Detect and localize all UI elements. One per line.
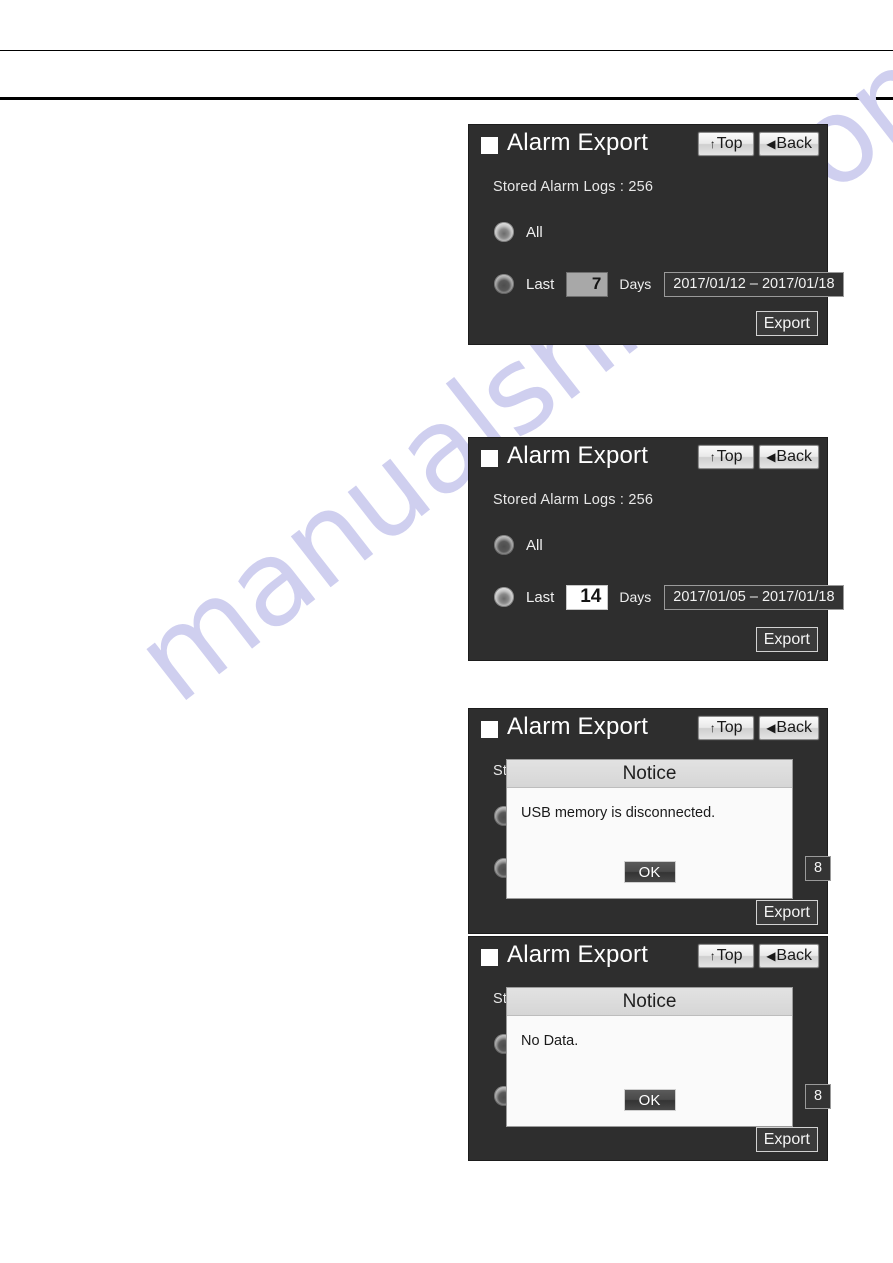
radio-last-label: Last xyxy=(526,275,555,293)
radio-last-label: Last xyxy=(526,588,555,606)
days-unit-label: Days xyxy=(619,276,652,292)
nav-buttons: ↑ Top ◀ Back xyxy=(698,944,819,968)
back-button[interactable]: ◀ Back xyxy=(759,944,819,968)
radio-option-last[interactable]: Last 14 Days 2017/01/05 – 2017/01/18 xyxy=(494,584,844,610)
page-title: Alarm Export xyxy=(507,129,649,156)
nav-buttons: ↑ Top ◀ Back xyxy=(698,132,819,156)
radio-last-icon[interactable] xyxy=(494,274,514,294)
arrow-left-icon: ◀ xyxy=(766,450,776,464)
stored-alarm-logs-label: Stored Alarm Logs : 256 xyxy=(493,179,654,195)
panel-body: St 8 Export Notice No Data. OK xyxy=(469,979,832,1160)
top-button[interactable]: ↑ Top xyxy=(698,445,755,469)
date-range-display: 2017/01/05 – 2017/01/18 xyxy=(664,584,844,610)
date-range-display-occluded: 8 xyxy=(805,855,832,881)
top-button-label: Top xyxy=(716,135,743,152)
titlebar: Alarm Export ↑ Top ◀ Back xyxy=(469,125,827,167)
top-button[interactable]: ↑ Top xyxy=(698,132,755,156)
alarm-export-screen-7days: Alarm Export ↑ Top ◀ Back Stored Alarm Log… xyxy=(468,124,844,345)
arrow-up-icon: ↑ xyxy=(709,450,716,464)
radio-all-icon[interactable] xyxy=(494,535,514,555)
back-button-label: Back xyxy=(776,947,812,964)
stored-alarm-logs-label-occluded: St xyxy=(493,763,508,779)
header-rule-thick xyxy=(0,97,893,100)
back-button[interactable]: ◀ Back xyxy=(759,716,819,740)
filled-square-icon xyxy=(481,721,498,738)
notice-dialog: Notice USB memory is disconnected. OK xyxy=(506,759,793,899)
panel-body: St 8 Export Notice USB memory is disconn… xyxy=(469,751,832,933)
arrow-left-icon: ◀ xyxy=(766,137,776,151)
radio-last-icon[interactable] xyxy=(494,587,514,607)
page-title: Alarm Export xyxy=(507,713,649,740)
titlebar: Alarm Export ↑ Top ◀ Back xyxy=(469,438,827,480)
back-button-label: Back xyxy=(776,719,812,736)
panel-body: Stored Alarm Logs : 256 All Last 14 Days… xyxy=(469,480,844,660)
top-button-label: Top xyxy=(716,719,743,736)
dialog-ok-button[interactable]: OK xyxy=(623,1089,676,1111)
export-button[interactable]: Export xyxy=(755,627,818,652)
back-button-label: Back xyxy=(776,448,812,465)
back-button-label: Back xyxy=(776,135,812,152)
arrow-up-icon: ↑ xyxy=(709,949,716,963)
arrow-up-icon: ↑ xyxy=(709,721,716,735)
page-title: Alarm Export xyxy=(507,941,649,968)
days-input[interactable]: 14 xyxy=(566,584,609,610)
radio-all-label: All xyxy=(526,223,543,241)
arrow-up-icon: ↑ xyxy=(709,137,716,151)
days-unit-label: Days xyxy=(619,589,652,605)
radio-all-icon[interactable] xyxy=(494,222,514,242)
back-button[interactable]: ◀ Back xyxy=(759,132,819,156)
export-button[interactable]: Export xyxy=(755,1127,818,1152)
filled-square-icon xyxy=(481,450,498,467)
filled-square-icon xyxy=(481,949,498,966)
radio-all-label: All xyxy=(526,536,543,554)
stored-alarm-logs-label: Stored Alarm Logs : 256 xyxy=(493,492,654,508)
export-button[interactable]: Export xyxy=(755,900,818,925)
top-button[interactable]: ↑ Top xyxy=(698,716,755,740)
page-title: Alarm Export xyxy=(507,442,649,469)
back-button[interactable]: ◀ Back xyxy=(759,445,819,469)
alarm-export-screen-14days: Alarm Export ↑ Top ◀ Back Stored Alarm Log… xyxy=(468,437,844,661)
nav-buttons: ↑ Top ◀ Back xyxy=(698,445,819,469)
arrow-left-icon: ◀ xyxy=(766,721,776,735)
alarm-export-screen-usb-notice: Alarm Export ↑ Top ◀ Back St 8 Export Noti… xyxy=(468,708,832,934)
stored-alarm-logs-label-occluded: St xyxy=(493,991,508,1007)
filled-square-icon xyxy=(481,137,498,154)
nav-buttons: ↑ Top ◀ Back xyxy=(698,716,819,740)
top-button[interactable]: ↑ Top xyxy=(698,944,755,968)
radio-option-all[interactable]: All xyxy=(494,532,543,558)
dialog-title: Notice xyxy=(507,760,792,788)
export-button[interactable]: Export xyxy=(755,311,818,336)
dialog-message: USB memory is disconnected. xyxy=(521,805,716,821)
top-button-label: Top xyxy=(716,947,743,964)
header-rule-thin xyxy=(0,50,893,51)
dialog-message: No Data. xyxy=(521,1033,579,1049)
arrow-left-icon: ◀ xyxy=(766,949,776,963)
date-range-display-occluded: 8 xyxy=(805,1083,832,1109)
titlebar: Alarm Export ↑ Top ◀ Back xyxy=(469,709,827,751)
date-range-display: 2017/01/12 – 2017/01/18 xyxy=(664,271,844,297)
alarm-export-screen-nodata-notice: Alarm Export ↑ Top ◀ Back St 8 Export Noti… xyxy=(468,936,832,1161)
days-input[interactable]: 7 xyxy=(566,271,609,297)
radio-option-all[interactable]: All xyxy=(494,219,543,245)
dialog-title: Notice xyxy=(507,988,792,1016)
panel-body: Stored Alarm Logs : 256 All Last 7 Days … xyxy=(469,167,844,344)
radio-option-last[interactable]: Last 7 Days 2017/01/12 – 2017/01/18 xyxy=(494,271,844,297)
dialog-ok-button[interactable]: OK xyxy=(623,861,676,883)
notice-dialog: Notice No Data. OK xyxy=(506,987,793,1127)
top-button-label: Top xyxy=(716,448,743,465)
titlebar: Alarm Export ↑ Top ◀ Back xyxy=(469,937,827,979)
